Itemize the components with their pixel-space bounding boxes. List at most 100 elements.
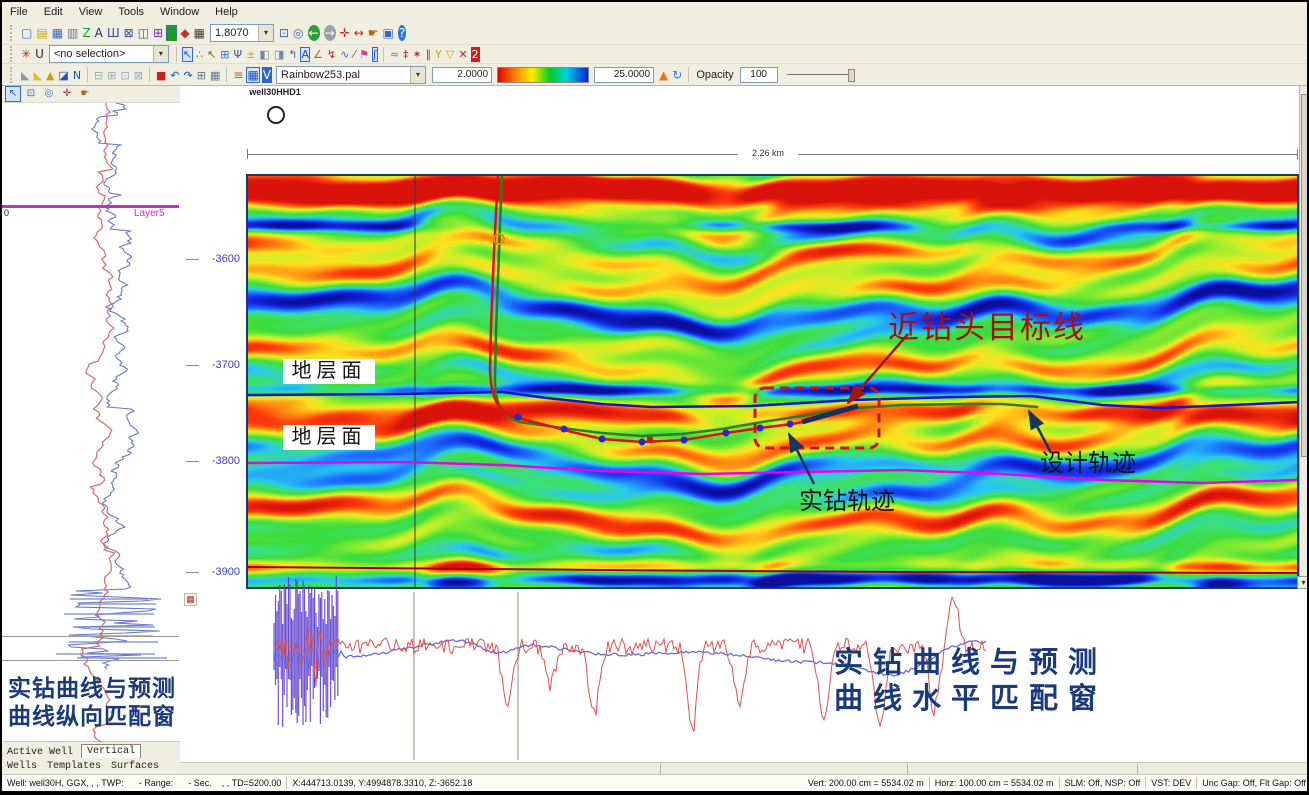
zoom-in-icon[interactable]: ◎: [41, 86, 57, 102]
horizon-darkred[interactable]: [246, 567, 1299, 573]
triangle-gray-icon[interactable]: ◣: [20, 68, 30, 83]
print-icon[interactable]: ▥: [66, 25, 79, 41]
grid-table-icon[interactable]: ▦: [193, 25, 206, 41]
snapshot-icon[interactable]: ⊞: [196, 68, 207, 83]
pointer-snap-icon[interactable]: ↰: [287, 47, 298, 62]
select-arrow-icon[interactable]: ↖: [5, 86, 21, 102]
select-arrow-icon[interactable]: ↖: [182, 47, 193, 62]
pan-hand-icon[interactable]: ☛: [77, 86, 93, 102]
zoom-in-icon[interactable]: ◎: [292, 25, 304, 41]
well-correlation-icon[interactable]: Ш: [106, 25, 121, 41]
node-edit-icon[interactable]: N: [72, 68, 82, 83]
menu-item[interactable]: File: [2, 4, 36, 20]
angle-tool-icon[interactable]: ∠: [312, 47, 324, 62]
menu-item[interactable]: Tools: [110, 4, 152, 20]
copy-icon[interactable]: ⊟: [93, 68, 104, 83]
horizon-cross-icon[interactable]: ✶: [411, 47, 422, 62]
chevron-down-icon[interactable]: ▾: [410, 67, 425, 83]
chevron-down-icon[interactable]: ▾: [153, 46, 168, 62]
undo-icon[interactable]: ↶: [169, 68, 180, 83]
record-stop-icon[interactable]: ■: [155, 68, 167, 83]
square-n-icon[interactable]: ◪: [57, 68, 69, 83]
open-folder-icon[interactable]: ▤: [35, 25, 48, 41]
hachure-icon[interactable]: ∥: [425, 47, 433, 62]
horizon-pick-icon[interactable]: ±: [245, 47, 256, 62]
pan-hand-icon[interactable]: ☛: [367, 25, 380, 41]
save-view-icon[interactable]: ▦: [209, 68, 221, 83]
y-pick-icon[interactable]: Y: [434, 47, 443, 62]
triangle-yellow-icon[interactable]: ◣: [32, 68, 42, 83]
range-min-field[interactable]: 2.0000: [432, 67, 492, 83]
line-dip-icon[interactable]: ⁄: [352, 47, 356, 62]
main-toolbar: ▢▤▦▥ZAШ⊠◫⊞▆◆▦ 1.8070 ▾ ⊡◎←→✛↔☛▣?: [2, 21, 1307, 45]
toolbar-separator: [383, 47, 384, 62]
menu-item[interactable]: Edit: [36, 4, 71, 20]
opacity-slider[interactable]: [787, 74, 853, 75]
fit-width-icon[interactable]: ↔: [353, 25, 365, 41]
selection-combo[interactable]: <no selection> ▾: [49, 45, 169, 63]
map-grid-icon[interactable]: ⊞: [152, 25, 164, 41]
redo-icon[interactable]: ↷: [183, 68, 194, 83]
label-tool-icon[interactable]: A: [300, 47, 310, 62]
pick-window-icon[interactable]: ◨: [273, 47, 285, 62]
template-v-icon[interactable]: V: [262, 67, 272, 83]
menu-item[interactable]: Help: [207, 4, 246, 20]
snap-toggle-icon[interactable]: ✳: [20, 46, 32, 62]
fit-curve-icon[interactable]: ʃ: [372, 47, 378, 62]
curve-tool-icon[interactable]: ∿: [339, 47, 350, 62]
opacity-field[interactable]: 100: [740, 67, 778, 83]
refresh-icon[interactable]: Z: [81, 25, 91, 41]
horizon-snap-icon[interactable]: ‡: [402, 47, 410, 62]
cross-section-icon[interactable]: ⊠: [123, 25, 135, 41]
nav-forward-icon[interactable]: →: [324, 25, 336, 41]
panel-settings-icon[interactable]: ▦: [184, 593, 197, 606]
actual-trajectory-line[interactable]: [490, 174, 808, 442]
range-max-field[interactable]: 25.0000: [594, 67, 654, 83]
save-icon[interactable]: ▦: [51, 25, 64, 41]
layer-zero-label: 0: [4, 208, 9, 218]
scrollbar-down-button[interactable]: ▾: [1297, 576, 1309, 589]
zoom-select-icon[interactable]: ⊞: [219, 47, 230, 62]
undo-marker-icon[interactable]: U: [34, 46, 45, 62]
new-document-icon[interactable]: ▢: [20, 25, 33, 41]
screen-capture-icon[interactable]: ▣: [382, 25, 395, 41]
paste-icon[interactable]: ⊡: [119, 68, 130, 83]
well-tool-icon[interactable]: Ψ: [233, 47, 244, 62]
chevron-down-icon[interactable]: ▾: [258, 25, 273, 41]
triangle-label-icon[interactable]: ▲: [45, 68, 55, 83]
grab-surface-icon[interactable]: ◧: [258, 47, 270, 62]
color-map-icon[interactable]: ▆: [166, 25, 177, 41]
sync-refresh-icon[interactable]: ↻: [671, 67, 683, 83]
fence-diagram-icon[interactable]: ◫: [137, 25, 150, 41]
zoom-window-icon[interactable]: ⊡: [278, 25, 290, 41]
wave-smooth-icon[interactable]: ≈: [389, 47, 400, 62]
horizon-magenta[interactable]: [246, 462, 1299, 483]
nav-back-icon[interactable]: ←: [308, 25, 320, 41]
copy-add-icon[interactable]: ⊞: [106, 68, 117, 83]
horizon-blue[interactable]: [246, 392, 1299, 408]
status-slm: SLM: Off, NSP: Off: [1065, 778, 1141, 788]
table-view-icon[interactable]: ▦: [246, 67, 259, 83]
select-points-icon[interactable]: ∴: [195, 47, 204, 62]
fit-all-icon[interactable]: ✛: [339, 25, 351, 41]
fit-all-icon[interactable]: ✛: [59, 86, 75, 102]
triangle-pick-icon[interactable]: ▽: [445, 47, 455, 62]
palette-combo[interactable]: Rainbow253.pal ▾: [276, 66, 426, 84]
polyline-tool-icon[interactable]: ↯: [326, 47, 337, 62]
well-post-icon[interactable]: ◆: [179, 25, 190, 41]
toolbar-grip: [10, 46, 16, 62]
interpolation-icon[interactable]: ▲: [658, 67, 669, 83]
zoom-level-combo[interactable]: 1.8070 ▾: [210, 24, 274, 42]
help-icon[interactable]: ?: [398, 25, 406, 41]
opacity-slider-handle[interactable]: [848, 69, 855, 82]
text-annotation-icon[interactable]: A: [94, 25, 104, 41]
paste-special-icon[interactable]: ⊠: [133, 68, 144, 83]
menu-item[interactable]: Window: [152, 4, 207, 20]
delete-pick-icon[interactable]: ✕: [457, 47, 468, 62]
list-view-icon[interactable]: ≡: [232, 67, 244, 83]
select-polygon-icon[interactable]: ↖: [206, 47, 217, 62]
zoom-window-icon[interactable]: ⊡: [23, 86, 39, 102]
menu-item[interactable]: View: [71, 4, 111, 20]
pick-count-badge[interactable]: 2: [471, 47, 480, 62]
flag-pick-icon[interactable]: ⚑: [358, 47, 370, 62]
